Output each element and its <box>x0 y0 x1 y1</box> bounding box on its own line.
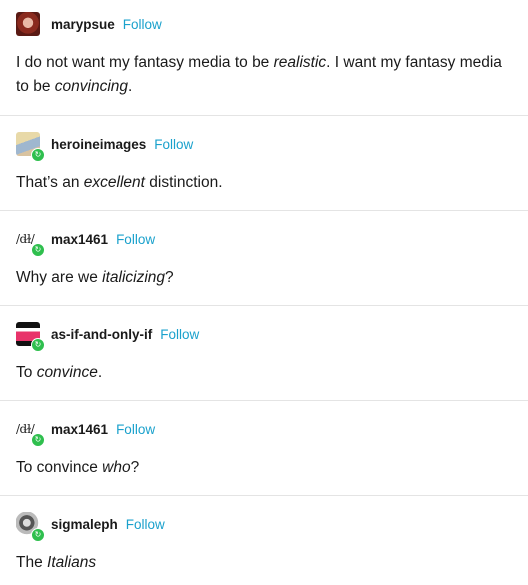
avatar[interactable]: ↻ <box>16 132 45 162</box>
reblog-icon: ↻ <box>31 433 45 447</box>
follow-button[interactable]: Follow <box>126 517 165 532</box>
avatar[interactable]: ↻ <box>16 512 45 542</box>
text-segment-italic: excellent <box>83 174 145 191</box>
post-header: ↻ sigmaleph Follow <box>16 512 165 542</box>
post-header: ↻ heroineimages Follow <box>16 132 193 162</box>
text-segment-italic: Italians <box>47 554 97 571</box>
reblog-post: ↻ heroineimages Follow That’s an excelle… <box>0 116 528 211</box>
post-text: That’s an excellent distinction. <box>16 171 514 195</box>
reblog-post: ↻ sigmaleph Follow The Italians <box>0 496 528 585</box>
post-text: Why are we italicizing? <box>16 266 514 290</box>
username-link[interactable]: max1461 <box>51 232 108 247</box>
text-segment: . <box>97 364 103 381</box>
text-segment: ? <box>165 269 174 286</box>
follow-button[interactable]: Follow <box>116 232 155 247</box>
avatar[interactable]: ↻ <box>16 322 45 352</box>
text-segment-italic: who <box>102 459 131 476</box>
reblog-post: /d̵ɫ/ ↻ max1461 Follow To convince who? <box>0 401 528 496</box>
text-segment: . <box>128 78 133 95</box>
username-link[interactable]: heroineimages <box>51 137 146 152</box>
follow-button[interactable]: Follow <box>123 17 162 32</box>
reblog-post: ↻ as-if-and-only-if Follow To convince. <box>0 306 528 401</box>
reblog-post: marypsue Follow I do not want my fantasy… <box>0 0 528 116</box>
post-text: The Italians <box>16 551 514 575</box>
username-link[interactable]: marypsue <box>51 17 115 32</box>
post-header: ↻ as-if-and-only-if Follow <box>16 322 199 352</box>
post-text: To convince. <box>16 361 514 385</box>
avatar[interactable]: /d̵ɫ/ ↻ <box>16 227 45 257</box>
avatar[interactable] <box>16 12 40 36</box>
reblog-post: /d̵ɫ/ ↻ max1461 Follow Why are we italic… <box>0 211 528 306</box>
text-segment-italic: italicizing <box>102 269 166 286</box>
follow-button[interactable]: Follow <box>116 422 155 437</box>
text-segment: To convince <box>16 459 103 476</box>
text-segment-italic: convincing <box>54 78 129 95</box>
username-link[interactable]: max1461 <box>51 422 108 437</box>
text-segment: I do not want my fantasy media to be <box>16 54 274 71</box>
post-header: marypsue Follow <box>16 12 162 36</box>
reblog-icon: ↻ <box>31 338 45 352</box>
text-segment: distinction. <box>144 174 223 191</box>
text-segment: Why are we <box>16 269 103 286</box>
avatar[interactable]: /d̵ɫ/ ↻ <box>16 417 45 447</box>
username-link[interactable]: as-if-and-only-if <box>51 327 152 342</box>
text-segment: To <box>16 364 37 381</box>
text-segment-italic: realistic <box>273 54 327 71</box>
reblog-icon: ↻ <box>31 148 45 162</box>
text-segment: That’s an <box>16 174 84 191</box>
text-segment: The <box>16 554 48 571</box>
reblog-icon: ↻ <box>31 243 45 257</box>
post-header: /d̵ɫ/ ↻ max1461 Follow <box>16 417 155 447</box>
avatar-glyph: /d̵ɫ/ <box>16 422 35 436</box>
text-segment: ? <box>130 459 140 476</box>
reblog-icon: ↻ <box>31 528 45 542</box>
post-text: I do not want my fantasy media to be rea… <box>16 51 514 99</box>
text-segment-italic: convince <box>36 364 98 381</box>
follow-button[interactable]: Follow <box>154 137 193 152</box>
follow-button[interactable]: Follow <box>160 327 199 342</box>
avatar-glyph: /d̵ɫ/ <box>16 232 35 246</box>
post-header: /d̵ɫ/ ↻ max1461 Follow <box>16 227 155 257</box>
post-text: To convince who? <box>16 456 514 480</box>
username-link[interactable]: sigmaleph <box>51 517 118 532</box>
